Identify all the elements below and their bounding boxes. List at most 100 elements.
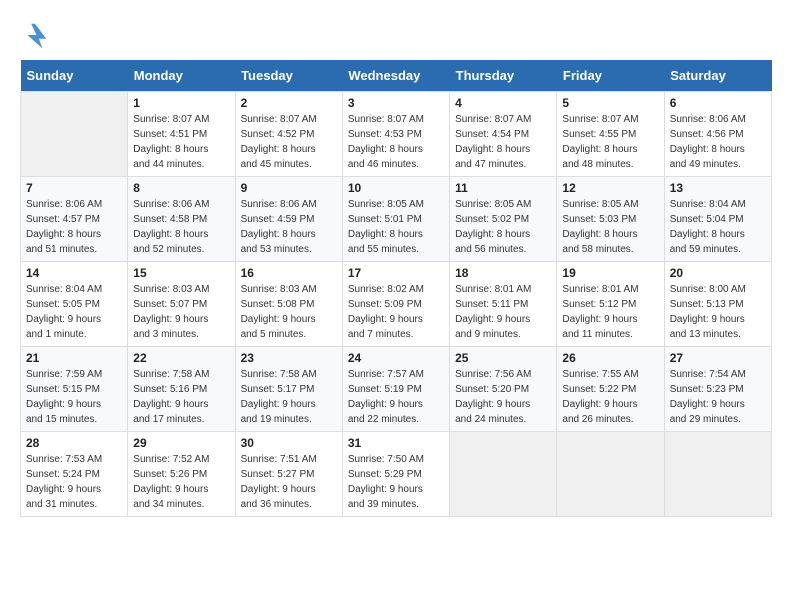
calendar-cell: 11Sunrise: 8:05 AMSunset: 5:02 PMDayligh… — [450, 177, 557, 262]
day-number: 28 — [26, 436, 122, 450]
day-info: Sunrise: 8:01 AMSunset: 5:11 PMDaylight:… — [455, 282, 551, 342]
day-info-line: Daylight: 9 hours — [241, 314, 316, 325]
day-info-line: Daylight: 9 hours — [241, 399, 316, 410]
day-info-line: and 15 minutes. — [26, 414, 97, 425]
day-info-line: and 59 minutes. — [670, 244, 741, 255]
day-info-line: Sunrise: 7:54 AM — [670, 369, 746, 380]
day-info-line: Sunrise: 8:01 AM — [562, 284, 638, 295]
day-info: Sunrise: 8:05 AMSunset: 5:03 PMDaylight:… — [562, 197, 658, 257]
day-info-line: Sunset: 5:03 PM — [562, 214, 636, 225]
calendar-cell: 13Sunrise: 8:04 AMSunset: 5:04 PMDayligh… — [664, 177, 771, 262]
day-info-line: Sunset: 4:55 PM — [562, 129, 636, 140]
calendar-cell: 24Sunrise: 7:57 AMSunset: 5:19 PMDayligh… — [342, 347, 449, 432]
day-info: Sunrise: 7:51 AMSunset: 5:27 PMDaylight:… — [241, 452, 337, 512]
calendar-cell: 30 Sunrise: 7:51 AMSunset: 5:27 PMDayligh… — [235, 432, 342, 517]
day-info-line: Daylight: 9 hours — [133, 484, 208, 495]
day-info-line: and 49 minutes. — [670, 159, 741, 170]
calendar-cell: 3Sunrise: 8:07 AMSunset: 4:53 PMDaylight… — [342, 92, 449, 177]
day-info-line: and 1 minute. — [26, 329, 87, 340]
day-info-line: Sunset: 4:59 PM — [241, 214, 315, 225]
weekday-header-monday: Monday — [128, 60, 235, 92]
day-info-line: Daylight: 8 hours — [670, 144, 745, 155]
day-info-line: Daylight: 8 hours — [562, 144, 637, 155]
calendar-table: SundayMondayTuesdayWednesdayThursdayFrid… — [20, 60, 772, 517]
calendar-cell: 14Sunrise: 8:04 AMSunset: 5:05 PMDayligh… — [21, 262, 128, 347]
calendar-cell: 26Sunrise: 7:55 AMSunset: 5:22 PMDayligh… — [557, 347, 664, 432]
day-number: 14 — [26, 266, 122, 280]
day-info: Sunrise: 8:00 AMSunset: 5:13 PMDaylight:… — [670, 282, 766, 342]
day-info-line: and 34 minutes. — [133, 499, 204, 510]
day-info-line: Sunset: 4:53 PM — [348, 129, 422, 140]
day-info: Sunrise: 7:59 AMSunset: 5:15 PMDaylight:… — [26, 367, 122, 427]
logo — [20, 20, 54, 50]
day-number: 9 — [241, 181, 337, 195]
day-info-line: Daylight: 9 hours — [455, 399, 530, 410]
day-number: 15 — [133, 266, 229, 280]
day-info: Sunrise: 8:06 AMSunset: 4:58 PMDaylight:… — [133, 197, 229, 257]
calendar-cell: 29Sunrise: 7:52 AMSunset: 5:26 PMDayligh… — [128, 432, 235, 517]
day-info-line: Daylight: 9 hours — [26, 484, 101, 495]
day-info-line: and 45 minutes. — [241, 159, 312, 170]
day-info-line: Sunset: 4:52 PM — [241, 129, 315, 140]
day-info-line: Daylight: 9 hours — [562, 399, 637, 410]
day-info-line: and 7 minutes. — [348, 329, 414, 340]
weekday-header-saturday: Saturday — [664, 60, 771, 92]
day-number: 13 — [670, 181, 766, 195]
day-info-line: Sunset: 5:26 PM — [133, 469, 207, 480]
day-info: Sunrise: 7:54 AMSunset: 5:23 PMDaylight:… — [670, 367, 766, 427]
day-info-line: Daylight: 9 hours — [348, 484, 423, 495]
day-info-line: Sunset: 5:27 PM — [241, 469, 315, 480]
week-row-2: 7Sunrise: 8:06 AMSunset: 4:57 PMDaylight… — [21, 177, 772, 262]
day-info-line: Daylight: 8 hours — [455, 144, 530, 155]
weekday-header-thursday: Thursday — [450, 60, 557, 92]
day-info-line: Daylight: 8 hours — [562, 229, 637, 240]
day-number: 29 — [133, 436, 229, 450]
day-info-line: Sunset: 4:56 PM — [670, 129, 744, 140]
calendar-cell: 17Sunrise: 8:02 AMSunset: 5:09 PMDayligh… — [342, 262, 449, 347]
day-info-line: and 53 minutes. — [241, 244, 312, 255]
day-info-line: Sunrise: 8:07 AM — [455, 114, 531, 125]
day-info-line: Sunrise: 7:50 AM — [348, 454, 424, 465]
day-info-line: Sunset: 4:51 PM — [133, 129, 207, 140]
day-info: Sunrise: 7:58 AMSunset: 5:17 PMDaylight:… — [241, 367, 337, 427]
day-info-line: and 44 minutes. — [133, 159, 204, 170]
day-number: 30 — [241, 436, 337, 450]
week-row-1: 1Sunrise: 8:07 AMSunset: 4:51 PMDaylight… — [21, 92, 772, 177]
day-info: Sunrise: 8:07 AMSunset: 4:52 PMDaylight:… — [241, 112, 337, 172]
day-info-line: Sunset: 5:11 PM — [455, 299, 528, 310]
day-info-line: Daylight: 9 hours — [26, 399, 101, 410]
day-info-line: Sunrise: 8:06 AM — [133, 199, 209, 210]
day-info-line: Daylight: 9 hours — [455, 314, 530, 325]
day-info-line: Daylight: 8 hours — [133, 144, 208, 155]
day-info-line: and 29 minutes. — [670, 414, 741, 425]
calendar-cell — [557, 432, 664, 517]
day-info-line: Sunrise: 8:07 AM — [241, 114, 317, 125]
day-info-line: and 31 minutes. — [26, 499, 97, 510]
day-info-line: Sunset: 5:13 PM — [670, 299, 744, 310]
calendar-cell: 9Sunrise: 8:06 AMSunset: 4:59 PMDaylight… — [235, 177, 342, 262]
day-info-line: Sunset: 5:16 PM — [133, 384, 207, 395]
day-info-line: and 19 minutes. — [241, 414, 312, 425]
day-info-line: Sunset: 4:58 PM — [133, 214, 207, 225]
day-info-line: Sunset: 4:57 PM — [26, 214, 100, 225]
day-info-line: Sunrise: 7:53 AM — [26, 454, 102, 465]
day-number: 12 — [562, 181, 658, 195]
day-info-line: and 51 minutes. — [26, 244, 97, 255]
weekday-header-wednesday: Wednesday — [342, 60, 449, 92]
day-info-line: and 52 minutes. — [133, 244, 204, 255]
day-info-line: Sunset: 5:24 PM — [26, 469, 100, 480]
day-info-line: Sunset: 5:29 PM — [348, 469, 422, 480]
day-info-line: Sunset: 5:01 PM — [348, 214, 422, 225]
day-info-line: Sunrise: 8:06 AM — [670, 114, 746, 125]
day-info-line: Daylight: 8 hours — [670, 229, 745, 240]
day-info-line: Sunrise: 8:03 AM — [241, 284, 317, 295]
calendar-cell: 5Sunrise: 8:07 AMSunset: 4:55 PMDaylight… — [557, 92, 664, 177]
calendar-cell: 22Sunrise: 7:58 AMSunset: 5:16 PMDayligh… — [128, 347, 235, 432]
day-info-line: Sunset: 4:54 PM — [455, 129, 529, 140]
day-info-line: Sunset: 5:12 PM — [562, 299, 636, 310]
day-info-line: Sunset: 5:09 PM — [348, 299, 422, 310]
day-info-line: and 13 minutes. — [670, 329, 741, 340]
day-info-line: and 17 minutes. — [133, 414, 204, 425]
day-number: 31 — [348, 436, 444, 450]
day-info-line: and 11 minutes. — [562, 329, 632, 340]
